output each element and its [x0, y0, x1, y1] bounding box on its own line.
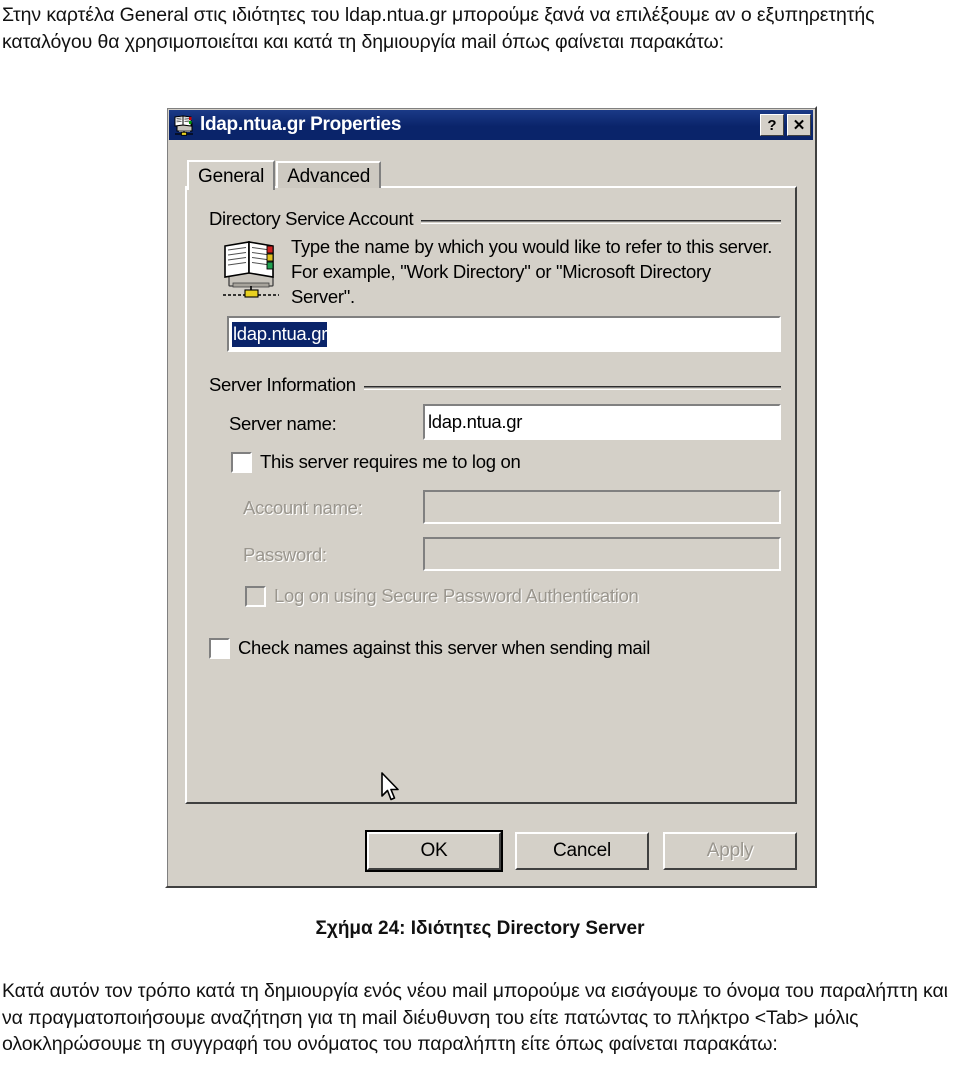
server-name-input[interactable]: ldap.ntua.gr [423, 404, 781, 440]
check-names-checkbox-row[interactable]: Check names against this server when sen… [209, 636, 650, 660]
ok-button[interactable]: OK [365, 830, 503, 872]
requires-logon-checkbox[interactable] [231, 452, 252, 473]
display-name-input[interactable]: ldap.ntua.gr [227, 316, 781, 352]
apply-button[interactable]: Apply [663, 832, 797, 870]
titlebar-buttons: ? ✕ [760, 114, 811, 136]
server-information-legend: Server Information [209, 374, 364, 396]
requires-logon-label: This server requires me to log on [260, 451, 521, 472]
directory-service-account-group: Directory Service Account [209, 208, 781, 230]
server-information-group: Server Information [209, 374, 781, 396]
directory-service-account-legend: Directory Service Account [209, 208, 422, 230]
check-names-label: Check names against this server when sen… [238, 637, 651, 658]
figure-caption: Σχήμα 24: Ιδιότητες Directory Server [315, 918, 645, 939]
dialog-title: ldap.ntua.gr Properties [200, 114, 402, 135]
tab-general[interactable]: General [187, 160, 276, 190]
tab-advanced[interactable]: Advanced [276, 161, 382, 188]
cancel-button[interactable]: Cancel [515, 832, 649, 870]
directory-server-icon [173, 114, 195, 136]
dialog-titlebar[interactable]: ldap.ntua.gr Properties ? ✕ [169, 110, 813, 140]
tabstrip: General Advanced [187, 158, 382, 190]
account-name-label: Account name: [243, 497, 363, 518]
intro-paragraph: Στην καρτέλα General στις ιδιότητες του … [2, 4, 875, 53]
display-name-value: ldap.ntua.gr [232, 321, 327, 347]
server-name-label: Server name: [229, 413, 337, 434]
server-name-value: ldap.ntua.gr [428, 411, 523, 432]
password-input[interactable] [423, 537, 781, 571]
tab-page-general: Directory Service Account Type the name … [185, 186, 797, 804]
properties-dialog: ldap.ntua.gr Properties ? ✕ General Adva… [165, 106, 817, 888]
check-names-checkbox[interactable] [209, 638, 230, 659]
dialog-button-bar: OK Cancel Apply [167, 830, 815, 872]
spa-label: Log on using Secure Password Authenticat… [274, 585, 639, 606]
help-button[interactable]: ? [760, 114, 784, 136]
spa-checkbox[interactable] [245, 586, 266, 607]
address-book-icon [219, 240, 283, 300]
outro-paragraph: Κατά αυτόν τον τρόπο κατά τη δημιουργία … [2, 980, 948, 1055]
password-label: Password: [243, 544, 327, 565]
account-name-input[interactable] [423, 490, 781, 524]
close-icon[interactable]: ✕ [787, 114, 811, 136]
account-description: Type the name by which you would like to… [291, 236, 773, 307]
spa-checkbox-row[interactable]: Log on using Secure Password Authenticat… [245, 584, 639, 608]
requires-logon-checkbox-row[interactable]: This server requires me to log on [231, 450, 521, 474]
